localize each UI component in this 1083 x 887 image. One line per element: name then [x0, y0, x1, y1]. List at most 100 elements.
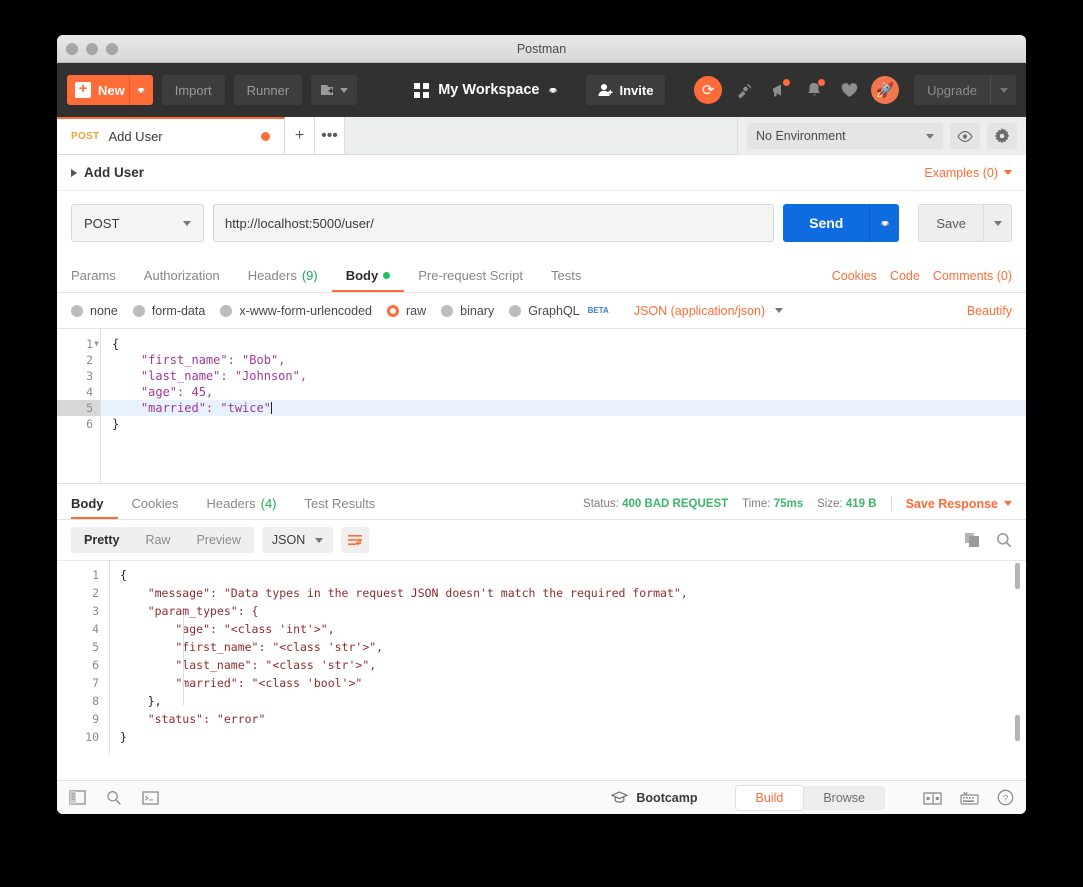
response-tab-headers[interactable]: Headers (4) — [192, 496, 290, 519]
tab-body[interactable]: Body — [331, 268, 405, 292]
beta-badge: BETA — [587, 306, 609, 315]
content-type-selector[interactable]: JSON (application/json) — [634, 304, 784, 318]
comments-link[interactable]: Comments (0) — [933, 269, 1012, 283]
copy-icon[interactable] — [964, 532, 980, 548]
view-mode-segmented-control[interactable]: Pretty Raw Preview — [71, 527, 254, 553]
send-dropdown-button[interactable] — [869, 204, 900, 242]
body-type-urlencoded[interactable]: x-www-form-urlencoded — [220, 304, 372, 318]
code-link[interactable]: Code — [890, 269, 920, 283]
two-pane-icon[interactable] — [923, 791, 942, 805]
tab-tests[interactable]: Tests — [537, 268, 595, 292]
find-icon[interactable] — [106, 790, 122, 806]
cookies-link[interactable]: Cookies — [832, 269, 877, 283]
import-button[interactable]: Import — [161, 75, 225, 105]
megaphone-icon[interactable] — [766, 77, 792, 103]
new-tab-button[interactable]: + — [285, 117, 315, 154]
new-collection-button[interactable] — [311, 75, 358, 105]
body-type-form-data[interactable]: form-data — [132, 304, 205, 318]
send-group[interactable]: Send — [783, 204, 900, 242]
chevron-down-icon — [340, 87, 349, 93]
response-tab-cookies[interactable]: Cookies — [118, 496, 193, 519]
satellite-icon[interactable] — [731, 77, 757, 103]
code-text: "age": 45, — [112, 385, 214, 399]
tab-options-button[interactable]: ••• — [315, 117, 345, 154]
code-line: "param_types": { — [109, 602, 1026, 620]
response-tab-body[interactable]: Body — [71, 496, 118, 519]
text-cursor — [270, 402, 272, 414]
body-type-none[interactable]: none — [71, 304, 118, 318]
response-format-selector[interactable]: JSON — [261, 527, 334, 553]
view-mode-raw[interactable]: Raw — [132, 527, 183, 553]
radio-icon — [509, 304, 522, 317]
http-method-selector[interactable]: POST — [71, 204, 204, 242]
sidebar-toggle-icon[interactable] — [69, 790, 86, 805]
tab-authorization[interactable]: Authorization — [130, 268, 234, 292]
examples-dropdown[interactable]: Examples (0) — [924, 166, 1012, 180]
tab-label: Authorization — [143, 268, 220, 283]
chevron-down-icon — [137, 87, 146, 93]
request-tab-add-user[interactable]: POST Add User — [57, 117, 285, 154]
save-group[interactable]: Save — [908, 204, 1012, 242]
help-icon[interactable]: ? — [997, 789, 1014, 806]
fold-arrow-icon[interactable]: ▼ — [94, 336, 99, 352]
search-icon[interactable] — [996, 532, 1012, 548]
gear-icon[interactable] — [987, 123, 1017, 149]
workspace-selector[interactable]: My Workspace — [414, 82, 557, 98]
keyboard-shortcuts-icon[interactable] — [960, 791, 979, 805]
url-input[interactable]: http://localhost:5000/user/ — [213, 204, 775, 242]
save-dropdown-button[interactable] — [984, 204, 1012, 242]
send-button[interactable]: Send — [783, 204, 870, 242]
new-button[interactable]: + New — [67, 75, 135, 105]
body-type-graphql[interactable]: GraphQL BETA — [509, 304, 609, 318]
body-type-binary[interactable]: binary — [441, 304, 494, 318]
response-scrollbar-thumb-bottom[interactable] — [1015, 715, 1020, 741]
view-mode-preview[interactable]: Preview — [183, 527, 253, 553]
response-tab-test-results[interactable]: Test Results — [291, 496, 390, 519]
bell-icon[interactable] — [801, 77, 827, 103]
beautify-button[interactable]: Beautify — [967, 304, 1012, 318]
mode-browse[interactable]: Browse — [803, 786, 885, 810]
radio-icon-selected — [387, 304, 399, 317]
upgrade-button[interactable]: Upgrade — [914, 75, 990, 105]
environment-selector[interactable]: No Environment — [747, 123, 943, 149]
response-scrollbar-thumb-top[interactable] — [1015, 563, 1020, 589]
request-code-area[interactable]: { "first_name": "Bob", "last_name": "Joh… — [101, 329, 1026, 432]
body-type-raw[interactable]: raw — [387, 304, 426, 318]
code-text: { — [112, 337, 120, 351]
code-line: "first_name": "Bob", — [101, 352, 1026, 368]
view-mode-pretty[interactable]: Pretty — [71, 527, 132, 553]
tab-pre-request-script[interactable]: Pre-request Script — [404, 268, 537, 292]
new-dropdown-button[interactable] — [128, 75, 153, 105]
response-body-editor[interactable]: 1 2 3 4 5 6 7 8 9 10 { "message": "Data … — [57, 560, 1026, 755]
bootcamp-button[interactable]: Bootcamp — [611, 791, 698, 805]
expand-triangle-icon[interactable] — [71, 168, 77, 177]
rocket-icon[interactable]: 🚀 — [871, 76, 900, 104]
invite-button[interactable]: Invite — [585, 75, 666, 105]
code-line: { — [109, 566, 1026, 584]
word-wrap-icon[interactable] — [341, 527, 370, 553]
mode-build[interactable]: Build — [735, 785, 804, 810]
app-toolbar: + New Import Runner My Workspace Invite … — [57, 63, 1026, 117]
request-tab-strip: POST Add User + ••• No Environment — [57, 117, 1026, 155]
save-response-button[interactable]: Save Response — [906, 497, 1012, 511]
heart-icon[interactable] — [836, 77, 862, 103]
chevron-down-icon — [775, 308, 784, 313]
sync-icon[interactable]: ⟳ — [694, 76, 723, 104]
code-text: { — [120, 568, 127, 582]
eye-icon[interactable] — [950, 123, 980, 149]
body-type-label: binary — [460, 303, 495, 318]
new-button-group[interactable]: + New — [67, 75, 153, 105]
indent-guide — [183, 615, 184, 705]
save-button[interactable]: Save — [918, 204, 984, 242]
mode-segmented-control[interactable]: Build Browse — [735, 785, 885, 810]
chevron-down-icon — [926, 133, 934, 139]
request-body-editor[interactable]: 1 ▼ 2 3 4 5 6 { "first_name": "Bob", "la… — [57, 329, 1026, 484]
tab-params[interactable]: Params — [71, 268, 130, 292]
console-icon[interactable] — [142, 790, 159, 805]
upgrade-dropdown-button[interactable] — [990, 75, 1016, 105]
request-links: Cookies Code Comments (0) — [832, 269, 1012, 292]
grid-icon — [414, 82, 430, 98]
upgrade-group[interactable]: Upgrade — [914, 75, 1016, 105]
runner-button[interactable]: Runner — [233, 75, 303, 105]
tab-headers[interactable]: Headers (9) — [234, 268, 332, 292]
